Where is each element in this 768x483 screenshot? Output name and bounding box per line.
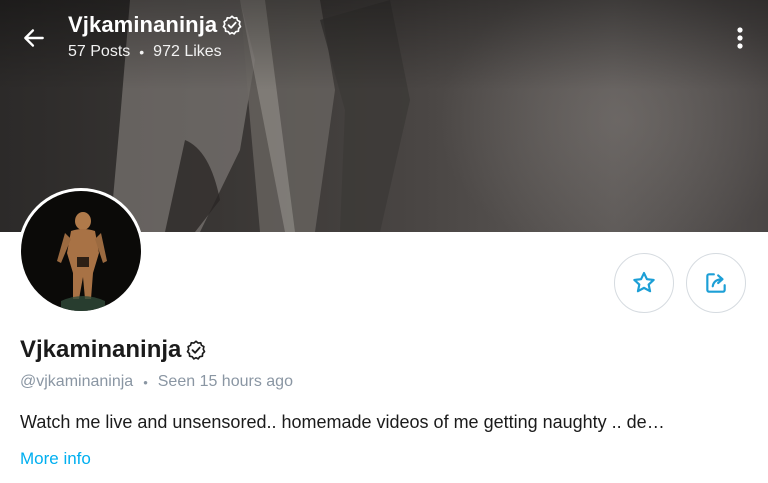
posts-count: 57 Posts (68, 43, 131, 60)
likes-count: 972 Likes (153, 43, 222, 60)
header-name: Vjkaminaninja (68, 12, 218, 37)
profile-handle: @vjkaminaninja (20, 373, 134, 390)
more-info-link[interactable]: More info (20, 449, 91, 469)
last-seen: Seen 15 hours ago (157, 373, 293, 390)
verified-badge-icon (221, 14, 243, 36)
avatar[interactable] (18, 188, 144, 314)
handle-row: @vjkaminaninja • Seen 15 hours ago (20, 373, 293, 391)
profile-display-name: Vjkaminaninja (20, 336, 182, 363)
stats-separator: • (139, 44, 145, 60)
share-icon (706, 273, 726, 293)
profile-name-row: Vjkaminaninja (20, 336, 207, 364)
more-vertical-icon (737, 27, 743, 49)
star-icon (633, 271, 655, 293)
more-options-button[interactable] (724, 22, 756, 54)
header-stats: 57 Posts • 972 Likes (68, 43, 222, 61)
arrow-left-icon (24, 29, 44, 47)
avatar-figure (57, 212, 107, 311)
top-bar: Vjkaminaninja 57 Posts • 972 Likes (0, 0, 768, 80)
handle-separator: • (143, 374, 148, 390)
profile-bio: Watch me live and unsensored.. homemade … (20, 412, 665, 432)
back-button[interactable] (18, 22, 50, 54)
share-button[interactable] (686, 253, 746, 313)
verified-badge-icon (185, 339, 207, 361)
avatar-photo (21, 191, 141, 311)
favorite-button[interactable] (614, 253, 674, 313)
header-title-row: Vjkaminaninja (68, 12, 243, 38)
